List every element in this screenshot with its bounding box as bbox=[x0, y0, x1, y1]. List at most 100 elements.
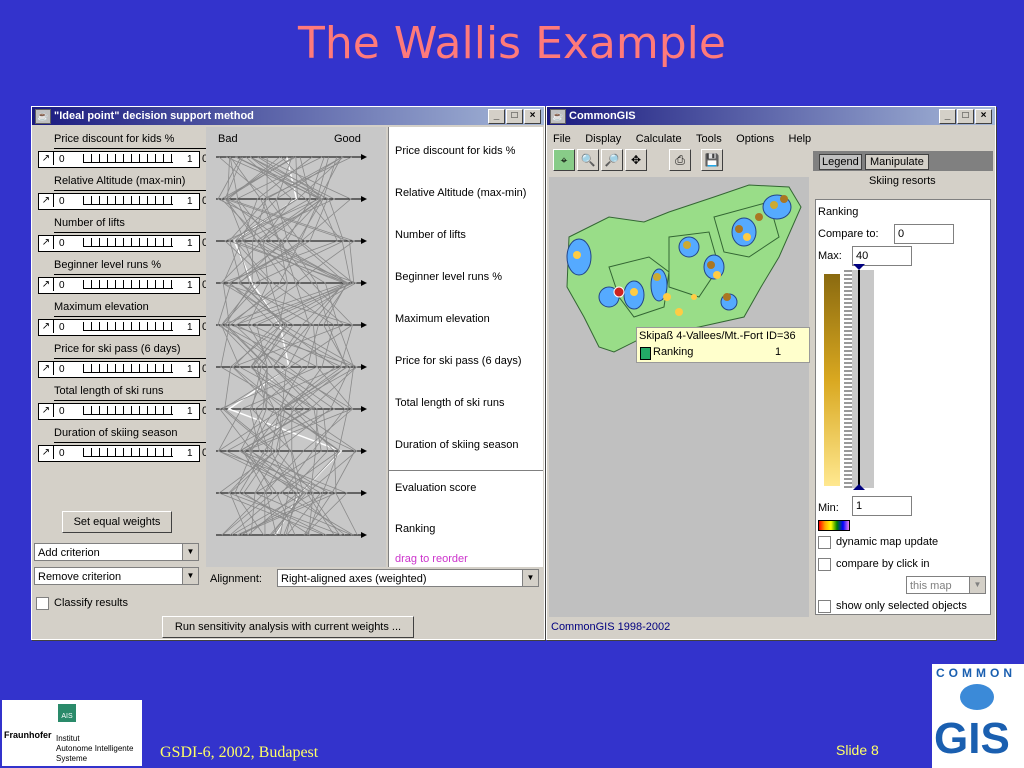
chevron-down-icon[interactable]: ▼ bbox=[969, 577, 985, 593]
min-label: Min: bbox=[818, 502, 839, 514]
criterion-weight-row: Price discount for kids %↗010.13 bbox=[38, 131, 234, 171]
minimize-button[interactable]: _ bbox=[488, 109, 505, 124]
axis-label[interactable]: Beginner level runs % bbox=[395, 271, 502, 283]
criterion-weight-row: Duration of skiing season↗010.13 bbox=[38, 425, 234, 465]
weight-slider[interactable]: ↗ 0 1 bbox=[38, 193, 200, 210]
classify-results-checkbox[interactable] bbox=[36, 597, 49, 610]
right-window-title: CommonGIS bbox=[569, 110, 636, 122]
parallel-coordinates-plot[interactable]: Bad Good bbox=[206, 127, 386, 567]
weight-slider[interactable]: ↗ 0 1 bbox=[38, 235, 200, 252]
save-icon[interactable]: 💾 bbox=[701, 149, 723, 171]
weight-slider[interactable]: ↗ 0 1 bbox=[38, 151, 200, 168]
chevron-down-icon[interactable]: ▼ bbox=[522, 570, 538, 586]
chevron-down-icon[interactable]: ▼ bbox=[182, 568, 198, 584]
menu-options[interactable]: Options bbox=[736, 133, 774, 145]
max-marker-icon[interactable] bbox=[853, 264, 865, 270]
pcp-axis-arrow bbox=[361, 406, 367, 412]
axis-label[interactable]: Relative Altitude (max-min) bbox=[395, 187, 526, 199]
slider-ticks bbox=[83, 238, 173, 247]
axis-label[interactable]: Price discount for kids % bbox=[395, 145, 515, 157]
remove-criterion-select[interactable]: Remove criterion ▼ bbox=[34, 567, 199, 585]
ais-badge: AIS bbox=[58, 704, 76, 722]
left-window-title: "Ideal point" decision support method bbox=[54, 110, 254, 122]
add-criterion-select[interactable]: Add criterion ▼ bbox=[34, 543, 199, 561]
weight-slider[interactable]: ↗ 0 1 bbox=[38, 319, 200, 336]
weight-slider[interactable]: ↗ 0 1 bbox=[38, 361, 200, 378]
maximize-button[interactable]: □ bbox=[957, 109, 974, 124]
pan-icon[interactable]: ✥ bbox=[625, 149, 647, 171]
arrow-icon[interactable]: ↗ bbox=[39, 320, 54, 333]
pcp-axis-arrow bbox=[361, 364, 367, 370]
arrow-icon[interactable]: ↗ bbox=[39, 362, 54, 375]
criterion-name: Price for ski pass (6 days) bbox=[54, 343, 181, 355]
add-criterion-label: Add criterion bbox=[38, 547, 100, 559]
this-map-select[interactable]: this map ▼ bbox=[906, 576, 986, 594]
set-equal-weights-button[interactable]: Set equal weights bbox=[62, 511, 172, 533]
alignment-select[interactable]: Right-aligned axes (weighted) ▼ bbox=[277, 569, 539, 587]
left-window-titlebar[interactable]: ☕ "Ideal point" decision support method … bbox=[32, 107, 544, 125]
map-svg bbox=[566, 184, 802, 353]
max-field[interactable]: 40 bbox=[852, 246, 912, 266]
arrow-icon[interactable]: ↗ bbox=[39, 278, 54, 291]
palette-icon[interactable] bbox=[818, 520, 850, 531]
alignment-label: Alignment: bbox=[210, 573, 262, 585]
compare-by-click-checkbox[interactable] bbox=[818, 558, 831, 571]
minimize-button[interactable]: _ bbox=[939, 109, 956, 124]
slider-min-label: 0 bbox=[59, 238, 65, 249]
chevron-down-icon[interactable]: ▼ bbox=[182, 544, 198, 560]
close-button[interactable]: × bbox=[975, 109, 992, 124]
axis-label[interactable]: Maximum elevation bbox=[395, 313, 490, 325]
compare-to-field[interactable]: 0 bbox=[894, 224, 954, 244]
show-selected-checkbox[interactable] bbox=[818, 600, 831, 613]
menu-help[interactable]: Help bbox=[789, 133, 812, 145]
arrow-icon[interactable]: ↗ bbox=[39, 446, 54, 459]
arrow-icon[interactable]: ↗ bbox=[39, 152, 54, 165]
this-map-value: this map bbox=[910, 580, 952, 592]
criterion-name: Beginner level runs % bbox=[54, 259, 162, 271]
axis-label[interactable]: Total length of ski runs bbox=[395, 397, 504, 409]
criterion-weight-row: Relative Altitude (max-min)↗010.13 bbox=[38, 173, 234, 213]
axis-label[interactable]: Price for ski pass (6 days) bbox=[395, 355, 522, 367]
range-slider-handle[interactable] bbox=[844, 270, 852, 488]
criteria-panel: Price discount for kids %↗010.13Relative… bbox=[34, 127, 232, 539]
slider-ticks bbox=[83, 448, 173, 457]
tab-legend[interactable]: Legend bbox=[819, 154, 862, 170]
menu-display[interactable]: Display bbox=[585, 133, 621, 145]
zoom-out-icon[interactable]: 🔎 bbox=[601, 149, 623, 171]
right-window-titlebar[interactable]: ☕ CommonGIS _ □ × bbox=[547, 107, 995, 125]
arrow-icon[interactable]: ↗ bbox=[39, 404, 54, 417]
maximize-button[interactable]: □ bbox=[506, 109, 523, 124]
slider-max-label: 1 bbox=[187, 154, 193, 165]
controls-box: Ranking Compare to: 0 Max: 40 Min: 1 dyn… bbox=[815, 199, 991, 615]
weight-slider[interactable]: ↗ 0 1 bbox=[38, 445, 200, 462]
weight-slider[interactable]: ↗ 0 1 bbox=[38, 403, 200, 420]
slider-min-label: 0 bbox=[59, 322, 65, 333]
weight-slider[interactable]: ↗ 0 1 bbox=[38, 277, 200, 294]
menu-tools[interactable]: Tools bbox=[696, 133, 722, 145]
arrow-icon[interactable]: ↗ bbox=[39, 194, 54, 207]
map-view[interactable]: Skipaß 4-Vallees/Mt.-Fort ID=36 Ranking … bbox=[549, 177, 810, 617]
select-tool-icon[interactable]: ⌖ bbox=[553, 149, 575, 171]
run-sensitivity-button[interactable]: Run sensitivity analysis with current we… bbox=[162, 616, 414, 638]
print-icon[interactable]: ⎙ bbox=[669, 149, 691, 171]
close-button[interactable]: × bbox=[524, 109, 541, 124]
drag-hint: drag to reorder bbox=[395, 553, 468, 565]
zoom-in-icon[interactable]: 🔍 bbox=[577, 149, 599, 171]
menu-calculate[interactable]: Calculate bbox=[636, 133, 682, 145]
axis-label-panel: Price discount for kids % Relative Altitu… bbox=[388, 127, 543, 567]
remove-criterion-label: Remove criterion bbox=[38, 571, 122, 583]
color-scale-bar bbox=[824, 274, 840, 486]
axis-label[interactable]: Duration of skiing season bbox=[395, 439, 519, 451]
divider bbox=[389, 470, 543, 471]
dynamic-update-checkbox[interactable] bbox=[818, 536, 831, 549]
tab-strip: Legend Manipulate bbox=[813, 151, 993, 171]
show-selected-label: show only selected objects bbox=[836, 600, 967, 612]
arrow-icon[interactable]: ↗ bbox=[39, 236, 54, 249]
min-marker-icon[interactable] bbox=[853, 484, 865, 490]
tab-manipulate[interactable]: Manipulate bbox=[865, 154, 929, 170]
axis-label[interactable]: Number of lifts bbox=[395, 229, 466, 241]
menu-file[interactable]: File bbox=[553, 133, 571, 145]
criterion-name: Maximum elevation bbox=[54, 301, 149, 313]
min-field[interactable]: 1 bbox=[852, 496, 912, 516]
slider-ticks bbox=[83, 406, 173, 415]
